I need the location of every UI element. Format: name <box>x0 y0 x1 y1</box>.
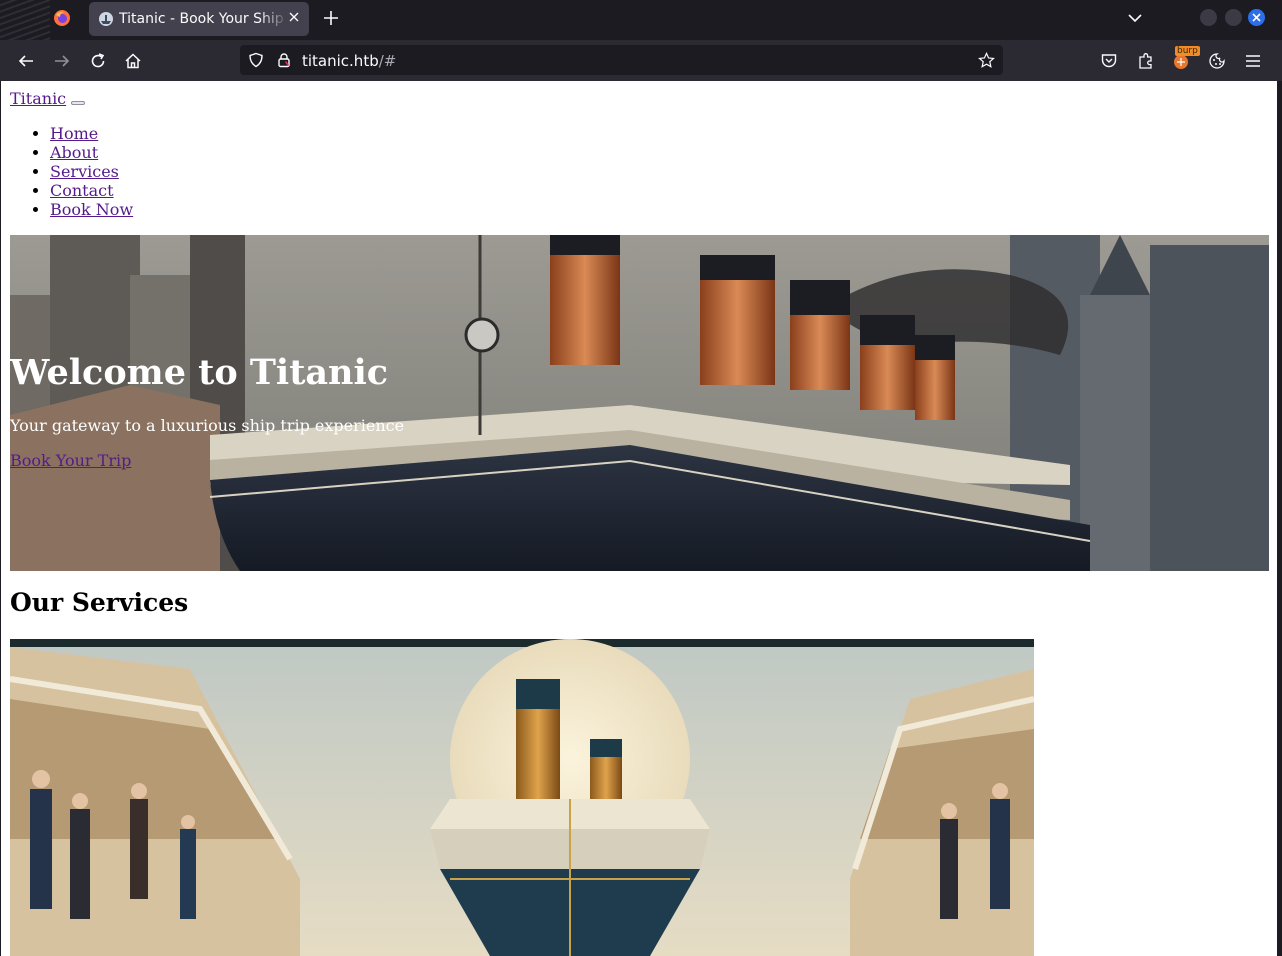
nav-item-book-now: Book Now <box>50 200 133 219</box>
hero-subtitle: Your gateway to a luxurious ship trip ex… <box>10 416 405 435</box>
nav-link-services[interactable]: Services <box>50 162 119 181</box>
firefox-icon[interactable] <box>53 9 71 27</box>
hero-section: Welcome to Titanic Your gateway to a lux… <box>10 235 1269 571</box>
home-icon[interactable] <box>124 52 142 70</box>
close-icon <box>1252 13 1261 22</box>
hero-ship-image <box>10 235 1269 571</box>
hamburger-menu-icon[interactable] <box>1244 52 1262 70</box>
navbar-toggler-button[interactable] <box>71 101 85 105</box>
pocket-icon[interactable] <box>1100 52 1118 70</box>
window-edge <box>1277 81 1282 956</box>
nav-link-book-now[interactable]: Book Now <box>50 200 133 219</box>
maximize-button[interactable] <box>1225 9 1242 26</box>
services-image <box>10 639 1034 956</box>
site-favicon-icon <box>99 12 113 26</box>
chevron-down-icon[interactable] <box>1127 12 1143 24</box>
page-viewport: Titanic Home About Services Contact Book… <box>1 81 1277 956</box>
bookmark-star-icon[interactable] <box>978 52 995 69</box>
tabbar-decoration <box>0 0 50 40</box>
reload-icon[interactable] <box>89 52 107 70</box>
address-bar[interactable]: titanic.htb/# <box>240 45 1003 75</box>
new-tab-icon[interactable] <box>323 10 339 26</box>
tab-title: Titanic - Book Your Ship Trip <box>119 11 289 27</box>
close-tab-icon[interactable] <box>287 10 301 24</box>
nav-link-about[interactable]: About <box>50 143 98 162</box>
forward-arrow-icon[interactable] <box>53 52 71 70</box>
close-window-button[interactable] <box>1248 9 1265 26</box>
extension-badge: burp <box>1175 46 1200 56</box>
nav-item-about: About <box>50 143 133 162</box>
lock-icon[interactable] <box>276 52 292 68</box>
brand-link[interactable]: Titanic <box>10 89 66 108</box>
services-ship-illustration <box>10 639 1034 956</box>
nav-link-home[interactable]: Home <box>50 124 98 143</box>
shield-icon[interactable] <box>248 52 264 68</box>
minimize-button[interactable] <box>1200 9 1217 26</box>
tab-bar: Titanic - Book Your Ship Trip <box>0 0 1282 40</box>
nav-item-home: Home <box>50 124 133 143</box>
book-your-trip-link[interactable]: Book Your Trip <box>10 451 131 470</box>
url-path: /# <box>378 52 397 70</box>
nav-item-services: Services <box>50 162 133 181</box>
nav-item-contact: Contact <box>50 181 133 200</box>
hero-title: Welcome to Titanic <box>10 352 389 393</box>
browser-tab[interactable]: Titanic - Book Your Ship Trip <box>89 2 309 36</box>
back-arrow-icon[interactable] <box>17 52 35 70</box>
url-text[interactable]: titanic.htb/# <box>302 52 396 70</box>
extensions-puzzle-icon[interactable] <box>1137 52 1155 70</box>
cookie-icon[interactable] <box>1208 52 1226 70</box>
nav-link-contact[interactable]: Contact <box>50 181 114 200</box>
main-nav: Home About Services Contact Book Now <box>1 124 133 219</box>
url-host: titanic.htb <box>302 52 379 70</box>
services-heading: Our Services <box>10 588 189 617</box>
